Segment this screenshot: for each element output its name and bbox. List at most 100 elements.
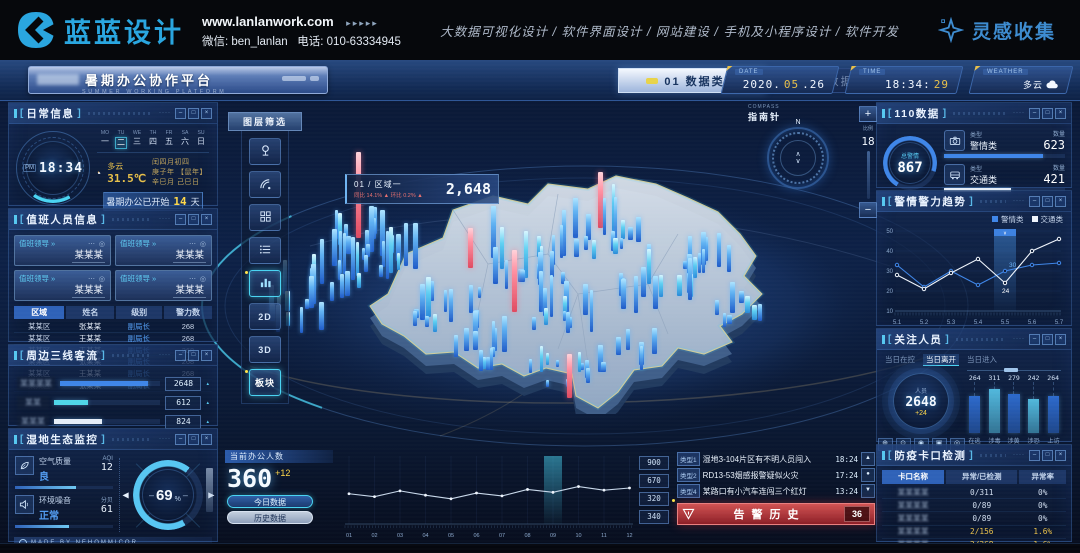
expand-icon[interactable]: □ bbox=[188, 108, 199, 119]
duty-table-row[interactable]: 某某区王某某副局长268 bbox=[14, 333, 212, 345]
metric-unit-label: 分贝 bbox=[101, 495, 113, 504]
zoom-out-button[interactable]: − bbox=[859, 202, 877, 218]
close-icon[interactable]: × bbox=[1055, 450, 1066, 461]
minimize-icon[interactable]: – bbox=[1029, 450, 1040, 461]
data-icon bbox=[259, 210, 272, 225]
duty-leader-card[interactable]: 值班领导»⋯ ◎某某某 bbox=[14, 235, 111, 266]
compass: COMPASS 指南针 N ∧∨ bbox=[748, 104, 848, 189]
signal-icon bbox=[259, 177, 272, 192]
minimize-icon[interactable]: – bbox=[1029, 334, 1040, 345]
expand-icon[interactable]: □ bbox=[1042, 196, 1053, 207]
office-trend-chart[interactable]: 010203040506070809101112 bbox=[341, 448, 631, 544]
weekday-cell[interactable]: FR五 bbox=[161, 130, 177, 149]
expand-icon[interactable]: □ bbox=[1042, 108, 1053, 119]
bottom-strip: 当前办公人数 360 +12 今日数据历史数据 0102030405060708… bbox=[225, 448, 875, 544]
focus-tab-1[interactable]: 当日在控 bbox=[885, 354, 915, 366]
checkpoint-row[interactable]: 某某某某0/890% bbox=[882, 512, 1066, 525]
brand-contact: www.lanlanwork.com ▸▸▸▸▸ 微信: ben_lanlan … bbox=[202, 10, 401, 51]
weekday-cell[interactable]: WE三 bbox=[129, 130, 145, 149]
zoom-in-button[interactable]: + bbox=[859, 106, 877, 122]
datetime-boxes: DATE 2020.05.26 TIME 18:34:29 WEATHER 多云 bbox=[724, 66, 1070, 94]
weekday-cell[interactable]: TU二 bbox=[113, 130, 129, 149]
close-icon[interactable]: × bbox=[201, 434, 212, 445]
layer-btn-3d[interactable]: 3D bbox=[249, 336, 281, 363]
expand-icon[interactable]: □ bbox=[1042, 450, 1053, 461]
arrow-left-icon[interactable]: ◀ bbox=[122, 491, 128, 500]
close-icon[interactable]: × bbox=[201, 214, 212, 225]
slider-knob[interactable] bbox=[1004, 368, 1018, 372]
minimize-icon[interactable]: – bbox=[1029, 108, 1040, 119]
checkpoint-name: 某某某某 bbox=[882, 487, 944, 498]
office-data-buttons: 今日数据历史数据 bbox=[227, 495, 313, 524]
close-icon[interactable]: × bbox=[201, 108, 212, 119]
weekday-cell[interactable]: MO一 bbox=[97, 130, 113, 149]
duty-table-row[interactable]: 某某区张某某副局长268 bbox=[14, 321, 212, 333]
layer-btn-signal[interactable] bbox=[249, 171, 281, 198]
zoom-track[interactable] bbox=[867, 151, 870, 199]
count-value: 623 bbox=[1043, 138, 1065, 152]
weekday-cell[interactable]: SA六 bbox=[177, 130, 193, 149]
layer-filter-title: 图层筛选 bbox=[228, 112, 302, 131]
close-icon[interactable]: × bbox=[201, 350, 212, 361]
minimize-icon[interactable]: – bbox=[175, 350, 186, 361]
layer-btn-list[interactable] bbox=[249, 237, 281, 264]
duty-leader-card[interactable]: 值班领导»⋯ ◎某某某 bbox=[115, 235, 212, 266]
weekday-cell[interactable]: TH四 bbox=[145, 130, 161, 149]
duty-leader-card[interactable]: 值班领导»⋯ ◎某某某 bbox=[14, 270, 111, 301]
minimize-icon[interactable]: – bbox=[175, 434, 186, 445]
weekday-zh: 日 bbox=[195, 137, 207, 147]
office-count-value: 360 bbox=[227, 466, 272, 491]
list-icon bbox=[259, 243, 272, 258]
checkpoint-header-1[interactable]: 卡口名称 bbox=[882, 470, 944, 484]
duty-table-header-cell: 级别 bbox=[116, 306, 162, 319]
close-icon[interactable]: × bbox=[1055, 334, 1066, 345]
alert-down-icon[interactable]: ▼ bbox=[861, 484, 875, 498]
checkpoint-row[interactable]: 某某某某0/890% bbox=[882, 499, 1066, 512]
expand-icon[interactable]: □ bbox=[188, 214, 199, 225]
office-btn-today[interactable]: 今日数据 bbox=[227, 495, 313, 508]
bar-value: 264 bbox=[969, 374, 981, 382]
expand-icon[interactable]: □ bbox=[188, 434, 199, 445]
brand-url[interactable]: www.lanlanwork.com bbox=[202, 14, 334, 29]
layer-btn-data-grid[interactable] bbox=[249, 204, 281, 231]
trend-line-chart[interactable]: 5040302010∨30245.15.25.35.45.55.65.7 bbox=[883, 225, 1065, 327]
alert-dot-icon[interactable]: ● bbox=[861, 468, 875, 482]
panel-controls: ····–□× bbox=[1013, 450, 1066, 461]
focus-tab-3[interactable]: 当日进入 bbox=[967, 354, 997, 366]
layer-btn-blocks[interactable]: 板块 bbox=[249, 369, 281, 396]
alert-history-banner[interactable]: 告警历史 36 bbox=[677, 503, 875, 525]
weekday-cell[interactable]: SU日 bbox=[193, 130, 209, 149]
compass-dial[interactable]: N ∧∨ bbox=[767, 127, 829, 189]
alert-row[interactable]: 类型1湿地3-104片区有不明人员闯入18:24▲ bbox=[677, 451, 875, 467]
map-3d[interactable] bbox=[248, 134, 828, 414]
count-label: 数量 bbox=[1043, 163, 1065, 172]
focus-tab-2[interactable]: 当日离开 bbox=[923, 354, 959, 366]
alert-row[interactable]: 类型4某路口有小汽车连闯三个红灯13:24▼ bbox=[677, 483, 875, 499]
minimize-icon[interactable]: – bbox=[1029, 196, 1040, 207]
duty-leader-card[interactable]: 值班领导»⋯ ◎某某某 bbox=[115, 270, 212, 301]
layer-btn-bar-chart[interactable] bbox=[249, 270, 281, 297]
expand-icon[interactable]: □ bbox=[1042, 334, 1053, 345]
brand-logo[interactable]: 蓝蓝设计 bbox=[16, 10, 184, 50]
layer-btn-pin[interactable] bbox=[249, 138, 281, 165]
layer-btn-2d[interactable]: 2D bbox=[249, 303, 281, 330]
alert-type-tag: 类型2 bbox=[677, 468, 700, 482]
panel-controls: ····–□× bbox=[159, 108, 212, 119]
slider-handle[interactable] bbox=[206, 468, 213, 512]
minimize-icon[interactable]: – bbox=[175, 108, 186, 119]
minimize-icon[interactable]: – bbox=[175, 214, 186, 225]
progress-fill bbox=[15, 486, 76, 489]
focus-bar-chart[interactable]: 264在逃311涉毒279涉黄242涉恐264上访 bbox=[963, 367, 1065, 445]
expand-icon[interactable]: □ bbox=[188, 350, 199, 361]
checkpoint-row[interactable]: 某某某某2/1561.6% bbox=[882, 526, 1066, 539]
alert-row[interactable]: 类型2RD13-53烟感报警疑似火灾17:24● bbox=[677, 467, 875, 483]
close-icon[interactable]: × bbox=[1055, 108, 1066, 119]
office-btn-history[interactable]: 历史数据 bbox=[227, 511, 313, 524]
checkpoint-row[interactable]: 某某某某0/3110% bbox=[882, 486, 1066, 499]
tooltip-mom: 0.2% bbox=[403, 193, 416, 199]
collect-button[interactable]: 灵感收集 bbox=[938, 17, 1056, 44]
alert-up-icon[interactable]: ▲ bbox=[861, 452, 875, 466]
close-icon[interactable]: × bbox=[1055, 196, 1066, 207]
focus-bar-column: 242涉恐 bbox=[1026, 374, 1042, 445]
panel-110-data: [110数据]····–□× 总警情 867 类型警情类 数量623 bbox=[876, 102, 1072, 188]
